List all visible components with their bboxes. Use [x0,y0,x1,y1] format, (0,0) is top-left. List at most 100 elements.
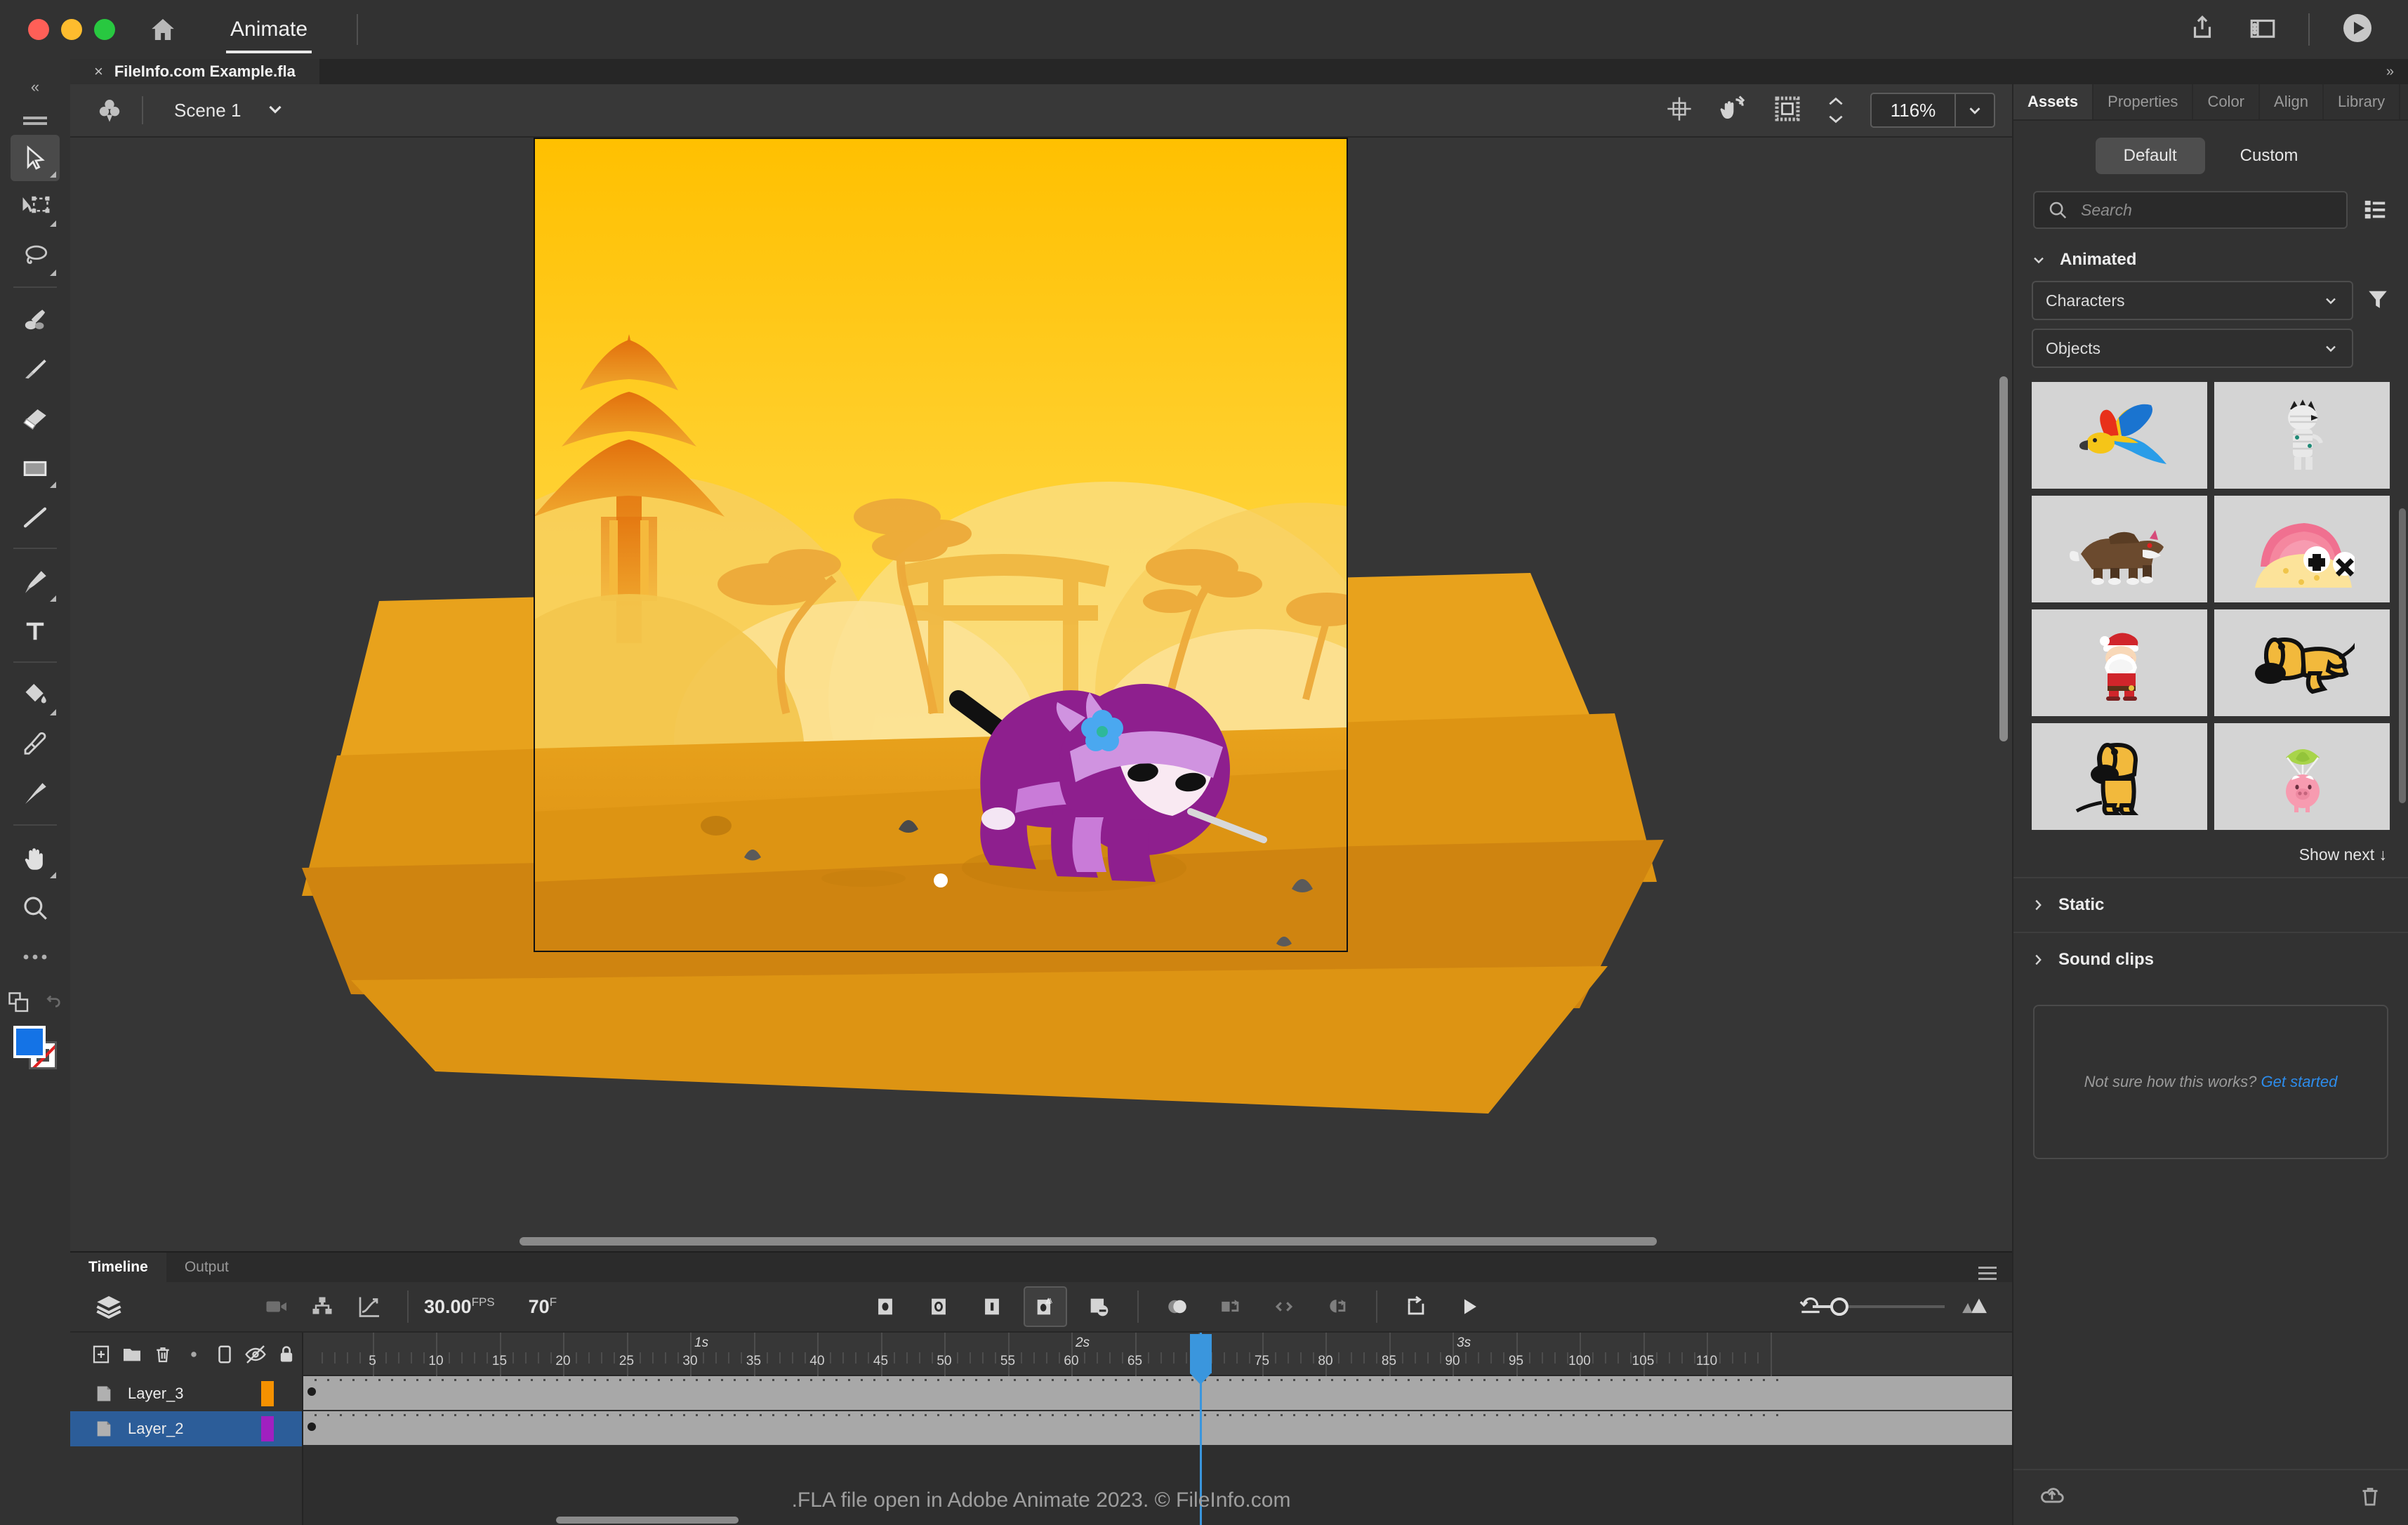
tab-align[interactable]: Align [2260,84,2324,119]
onion-skin-button[interactable] [1156,1286,1199,1327]
show-next-button[interactable]: Show next ↓ [2013,830,2408,877]
camera-icon[interactable] [253,1294,299,1319]
timeline-ruler[interactable]: 5101520253035404550556065707580859095100… [303,1333,2012,1376]
frame-row-layer-3[interactable] [303,1376,2012,1411]
text-tool[interactable] [11,608,60,654]
cloud-upload-icon[interactable] [2039,1483,2065,1513]
home-icon[interactable] [147,14,178,45]
layer-depth-icon[interactable] [70,1293,147,1321]
wolf-asset[interactable] [2032,496,2207,602]
canvas-vertical-scrollbar[interactable] [1999,376,2008,741]
selection-tool[interactable] [11,135,60,181]
tab-animate[interactable]: Animate [206,0,331,59]
outline-column-header[interactable] [209,1344,240,1365]
lock-column-header[interactable] [271,1344,302,1365]
remove-keyframe-button[interactable] [1077,1286,1120,1327]
eyedropper-tool[interactable] [11,722,60,768]
rectangle-tool[interactable] [11,445,60,491]
layer-row-2[interactable]: Layer_2 [70,1411,302,1446]
close-document-icon[interactable]: × [94,64,103,79]
convert-keyframe-button[interactable] [1316,1286,1359,1327]
insert-blank-keyframe-button[interactable] [917,1286,960,1327]
segment-default[interactable]: Default [2096,138,2205,174]
resize-frames-icon[interactable] [1960,1295,1987,1319]
more-tools[interactable] [11,934,60,980]
visibility-column-header[interactable] [240,1343,271,1366]
lasso-tool[interactable] [11,233,60,279]
section-animated[interactable]: Animated [2013,236,2408,277]
trash-icon[interactable] [2357,1484,2383,1512]
auto-keyframe-button[interactable]: A [1024,1286,1067,1327]
rotate-hand-icon[interactable] [1719,94,1748,127]
running-dog-asset[interactable] [2214,609,2390,716]
fill-stroke-swatch[interactable] [13,1026,57,1069]
segment-custom[interactable]: Custom [2212,138,2327,174]
insert-frame-button[interactable] [970,1286,1014,1327]
santa-asset[interactable] [2032,609,2207,716]
cartoon-face-asset[interactable] [2214,496,2390,602]
line-tool[interactable] [11,494,60,541]
keyframe-marker[interactable] [307,1387,316,1396]
pen-tool[interactable] [11,559,60,605]
pencil-tool[interactable] [11,347,60,393]
clip-content-icon[interactable] [1773,95,1801,126]
fps-value[interactable]: 30.00FPS [424,1295,495,1318]
free-transform-tool[interactable] [11,184,60,230]
export-animation-button[interactable] [1394,1286,1438,1327]
filter-funnel-icon[interactable] [2366,287,2390,315]
stage-canvas[interactable] [70,138,2012,1251]
zoom-tool[interactable] [11,885,60,931]
parrot-asset[interactable] [2032,382,2207,489]
get-started-link[interactable]: Get started [2261,1073,2338,1090]
scene-dropdown-icon[interactable] [265,98,286,123]
close-window-button[interactable] [28,19,49,40]
panel-expand-button[interactable]: » [2013,59,2408,84]
workspace-layout-icon[interactable] [2248,13,2277,46]
section-static[interactable]: Static [2013,877,2408,932]
parachute-pig-asset[interactable] [2214,723,2390,830]
zoom-slider-knob[interactable] [1830,1298,1848,1316]
playhead[interactable] [1200,1333,1202,1525]
panel-menu-icon[interactable] [2400,84,2408,119]
add-folder-button[interactable] [117,1343,147,1366]
document-tab[interactable]: × FileInfo.com Example.fla [70,59,319,84]
tab-color[interactable]: Color [2193,84,2260,119]
add-layer-button[interactable] [86,1344,117,1365]
tab-output[interactable]: Output [166,1253,247,1282]
bone-tool[interactable] [11,771,60,817]
center-stage-icon[interactable] [1665,95,1693,126]
zoom-value[interactable]: 116% [1872,100,1954,121]
collapse-tools-button[interactable]: « [0,70,70,104]
share-export-icon[interactable] [2188,13,2217,46]
frames-area[interactable]: 5101520253035404550556065707580859095100… [303,1333,2012,1525]
paint-bucket-tool[interactable] [11,673,60,719]
tab-properties[interactable]: Properties [2093,84,2193,119]
zoom-dropdown-icon[interactable] [1954,94,1994,126]
brush-tool[interactable] [11,298,60,344]
layer-row-3[interactable]: Layer_3 [70,1376,302,1411]
category-dropdown[interactable]: Characters [2032,281,2353,320]
tab-assets[interactable]: Assets [2013,84,2093,119]
search-input[interactable]: Search [2033,191,2348,229]
canvas-horizontal-scrollbar[interactable] [520,1237,1657,1246]
timeline-horizontal-scrollbar[interactable] [556,1517,739,1524]
tab-library[interactable]: Library [2324,84,2400,119]
maximize-window-button[interactable] [94,19,115,40]
timeline-menu-icon[interactable] [1963,1253,2012,1282]
insert-keyframe-button[interactable] [864,1286,907,1327]
play-preview-icon[interactable] [2341,11,2374,48]
mummy-asset[interactable] [2214,382,2390,489]
subcategory-dropdown[interactable]: Objects [2032,329,2353,368]
swap-colors-icon[interactable] [6,990,32,1019]
edit-symbols-icon[interactable] [94,95,125,126]
tools-menu-icon[interactable] [0,104,70,132]
property-curve-icon[interactable] [345,1294,392,1319]
sitting-dog-asset[interactable] [2032,723,2207,830]
frame-count[interactable]: 70F [529,1295,557,1318]
frame-picker-button[interactable] [1262,1286,1306,1327]
zoom-control[interactable]: 116% [1870,93,1995,128]
section-sound-clips[interactable]: Sound clips [2013,932,2408,986]
delete-layer-button[interactable] [147,1344,178,1365]
minimize-window-button[interactable] [61,19,82,40]
reset-colors-icon[interactable] [41,991,64,1017]
